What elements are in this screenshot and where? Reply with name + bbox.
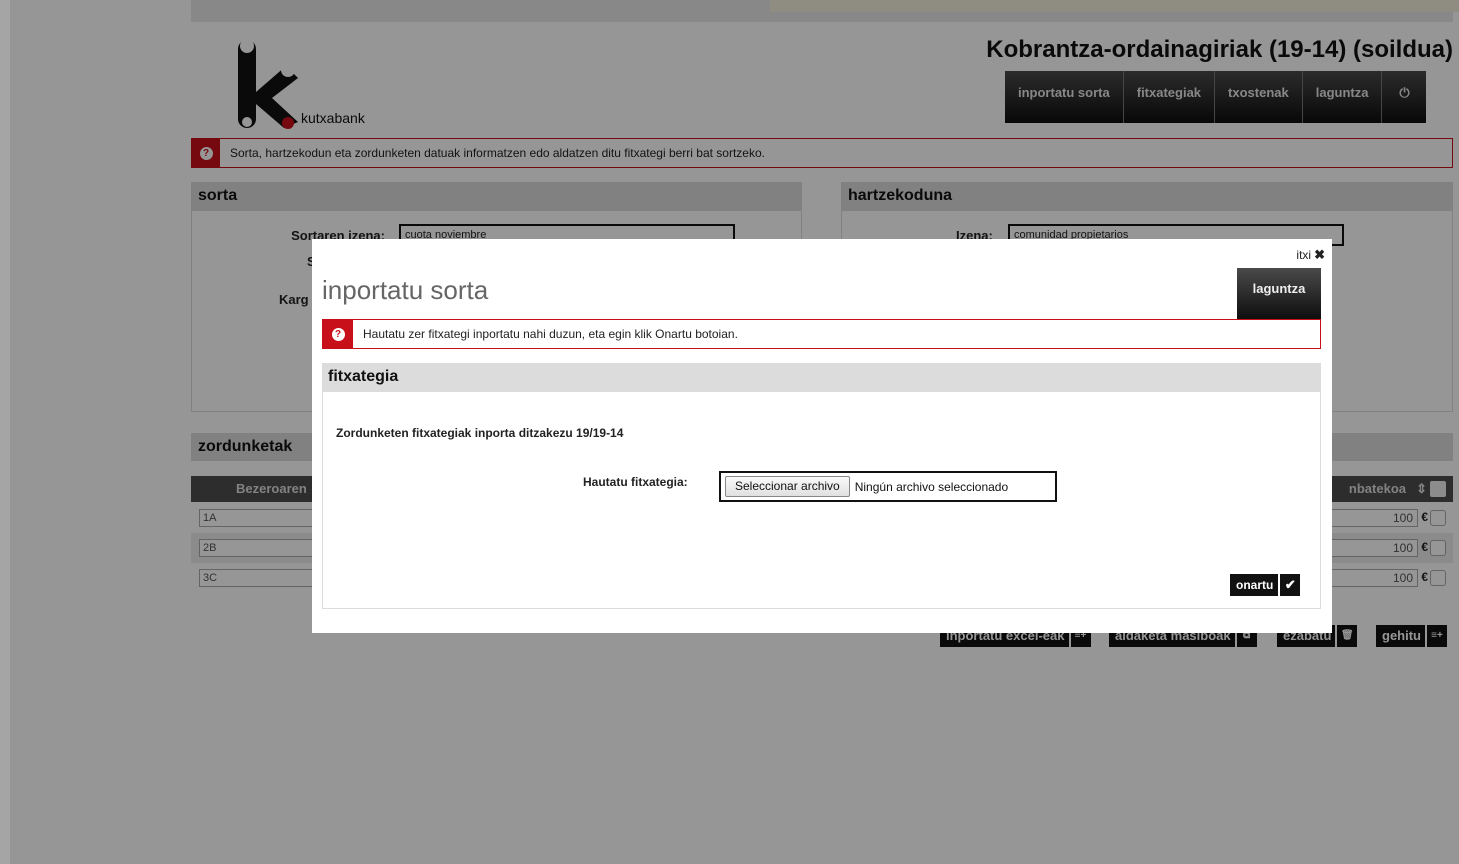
import-modal: itxi ✖ inportatu sorta laguntza ? Hautatu… bbox=[312, 239, 1332, 633]
choose-file-button[interactable]: Seleccionar archivo bbox=[725, 476, 850, 497]
accept-button[interactable]: onartu ✔ bbox=[1230, 574, 1301, 596]
file-field-label: Hautatu fitxategia: bbox=[583, 475, 688, 489]
close-label: itxi bbox=[1296, 248, 1312, 262]
file-section-intro: Zordunketen fitxategiak inporta ditzakez… bbox=[336, 426, 624, 440]
modal-info-message: Hautatu zer fitxategi inportatu nahi duz… bbox=[363, 327, 738, 341]
modal-info-bar: ? Hautatu zer fitxategi inportatu nahi d… bbox=[322, 319, 1321, 349]
close-icon: ✖ bbox=[1314, 247, 1325, 262]
file-section: Zordunketen fitxategiak inporta ditzakez… bbox=[322, 391, 1321, 609]
info-icon-box: ? bbox=[323, 320, 353, 348]
left-edge-glow bbox=[0, 0, 10, 864]
question-icon: ? bbox=[331, 327, 345, 341]
modal-help-button[interactable]: laguntza bbox=[1237, 268, 1321, 319]
modal-close-button[interactable]: itxi ✖ bbox=[1296, 247, 1325, 263]
file-input[interactable]: Seleccionar archivo Ningún archivo selec… bbox=[719, 471, 1057, 502]
file-section-title: fitxategia bbox=[322, 363, 1321, 391]
modal-title: inportatu sorta bbox=[322, 275, 489, 305]
accept-label: onartu bbox=[1236, 578, 1274, 592]
file-status-text: Ningún archivo seleccionado bbox=[854, 479, 1009, 494]
check-icon: ✔ bbox=[1278, 574, 1300, 596]
